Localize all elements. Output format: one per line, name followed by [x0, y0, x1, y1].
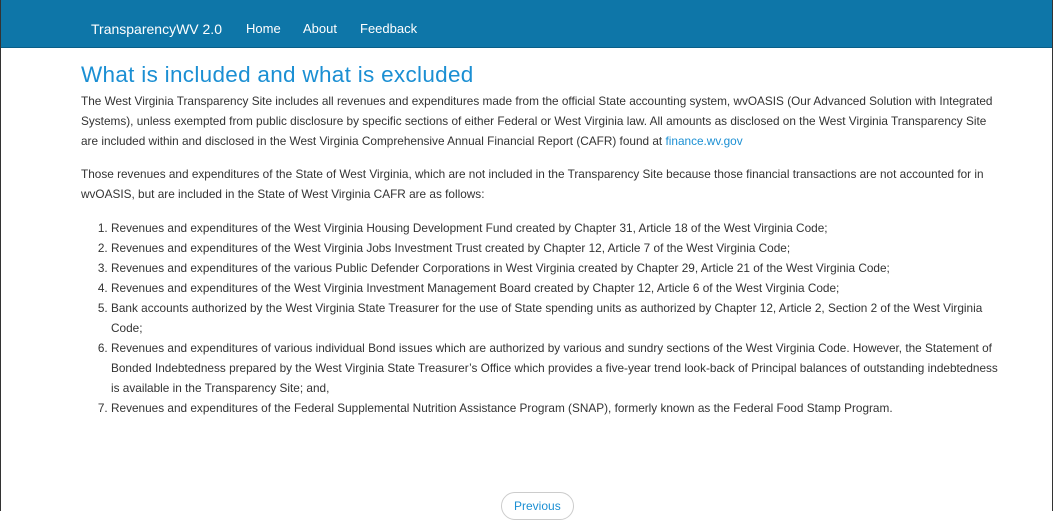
brand-link[interactable]: TransparencyWV 2.0 — [91, 21, 222, 37]
list-item: Revenues and expenditures of various ind… — [111, 338, 1001, 398]
list-item: Revenues and expenditures of the various… — [111, 258, 1001, 278]
list-item: Revenues and expenditures of the West Vi… — [111, 218, 1001, 238]
list-item: Revenues and expenditures of the Federal… — [111, 398, 1001, 418]
main-content: What is included and what is excluded Th… — [81, 60, 1001, 418]
nav-feedback-link[interactable]: Feedback — [360, 21, 417, 37]
list-item: Bank accounts authorized by the West Vir… — [111, 298, 1001, 338]
list-item: Revenues and expenditures of the West Vi… — [111, 278, 1001, 298]
intro-text: The West Virginia Transparency Site incl… — [81, 94, 993, 148]
finance-link[interactable]: finance.wv.gov — [665, 134, 742, 148]
exclusions-paragraph: Those revenues and expenditures of the S… — [81, 167, 984, 201]
nav-about-link[interactable]: About — [303, 21, 337, 37]
list-item: Revenues and expenditures of the West Vi… — [111, 238, 1001, 258]
page-frame: TransparencyWV 2.0 Home About Feedback W… — [0, 0, 1053, 520]
previous-button[interactable]: Previous — [501, 492, 574, 520]
top-navbar: TransparencyWV 2.0 Home About Feedback — [1, 0, 1052, 48]
intro-paragraph: The West Virginia Transparency Site incl… — [81, 91, 1001, 151]
page-title: What is included and what is excluded — [81, 62, 474, 87]
nav-home-link[interactable]: Home — [246, 21, 281, 37]
exclusions-list: Revenues and expenditures of the West Vi… — [81, 218, 1001, 418]
